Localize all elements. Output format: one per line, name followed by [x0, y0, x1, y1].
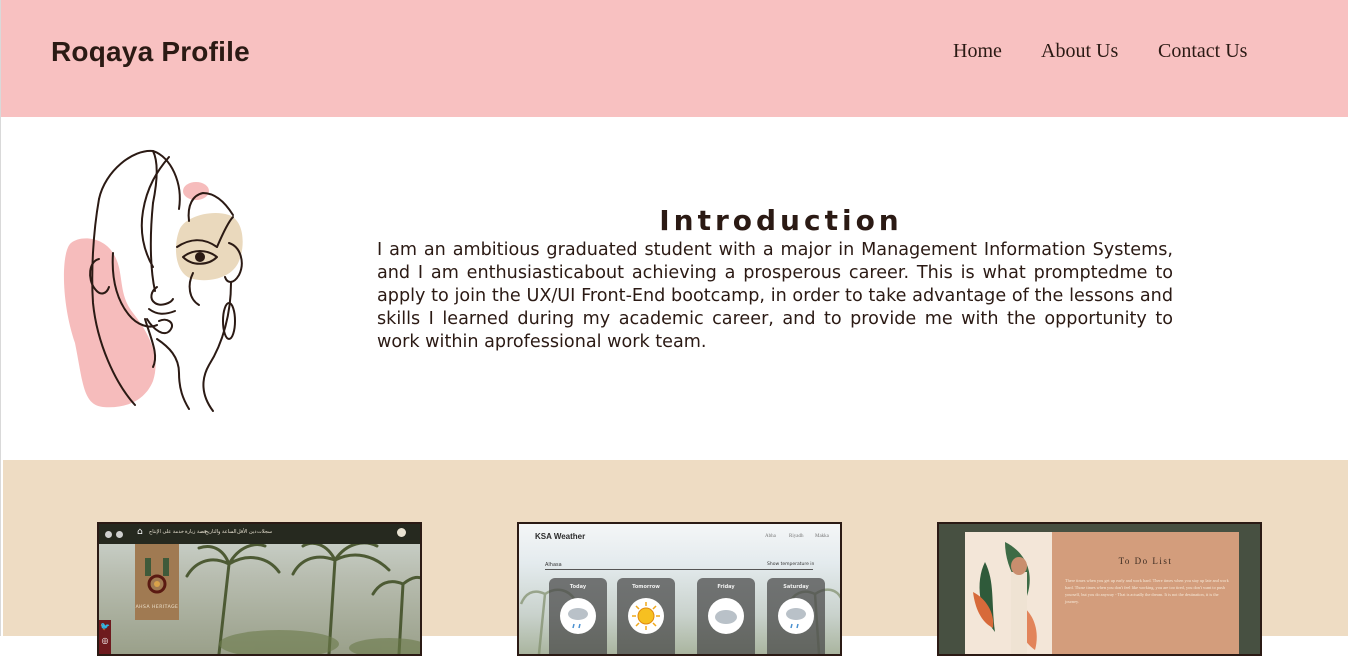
weather-icon-bg: [628, 598, 664, 634]
heritage-nav-item[interactable]: قصة زيارة: [185, 529, 206, 535]
weather-nav-item[interactable]: Abha: [765, 534, 776, 539]
day-name: Tomorrow: [632, 584, 660, 590]
sun-icon: [632, 602, 660, 630]
weather-day-card: Tomorrow: [617, 578, 675, 654]
select-underline: [545, 569, 813, 570]
user-icon[interactable]: [397, 528, 406, 537]
weather-day-card: Saturday: [767, 578, 825, 654]
cloud-icon: [715, 610, 737, 624]
site-header: Roqaya Profile Home About Us Contact Us: [1, 0, 1348, 117]
intro-paragraph: I am an ambitious graduated student with…: [377, 240, 1173, 352]
todo-quote: There times when you get up early and wo…: [1065, 578, 1229, 604]
rain-cloud-icon: [568, 608, 588, 629]
nav-home-link[interactable]: Home: [953, 40, 1002, 63]
nav-about-link[interactable]: About Us: [1041, 40, 1118, 63]
day-name: Today: [569, 584, 587, 590]
weather-icon-bg: [778, 598, 814, 634]
heritage-nav-item[interactable]: دين الأقل: [237, 529, 256, 535]
instagram-icon[interactable]: ◎: [99, 634, 111, 648]
heritage-nav-item[interactable]: الساعة والتاريخ: [205, 529, 237, 535]
nav-contact-link[interactable]: Contact Us: [1158, 40, 1247, 63]
circle-icon: [105, 531, 112, 538]
heritage-nav-item[interactable]: سجلات: [257, 529, 272, 535]
home-icon[interactable]: ⌂: [137, 527, 143, 537]
weather-nav-item[interactable]: Makka: [815, 534, 829, 539]
todo-title: To Do List: [1118, 556, 1173, 566]
ornament-icon: [145, 558, 169, 594]
weather-icon-bg: [708, 598, 744, 634]
intro-title: Introduction: [659, 203, 903, 237]
weather-day-card: Friday: [697, 578, 755, 654]
emblem-text: AHSA HERITAGE: [135, 605, 179, 610]
heritage-emblem: AHSA HERITAGE: [135, 544, 179, 620]
weather-app-title: KSA Weather: [535, 532, 586, 541]
day-name: Friday: [717, 584, 735, 590]
weather-icon-bg: [560, 598, 596, 634]
page-left-border: [0, 0, 1, 636]
weather-nav-item[interactable]: Riyadh: [789, 534, 803, 539]
twitter-icon[interactable]: 🐦: [99, 620, 111, 634]
day-name: Saturday: [783, 584, 809, 590]
city-select[interactable]: Alhasa: [545, 562, 562, 568]
projects-section: ⌂ سجلات دين الأقل الساعة والتاريخ قصة زي…: [3, 460, 1348, 656]
intro-section: Introduction I am an ambitious graduated…: [1, 117, 1348, 460]
weather-day-card: Today: [549, 578, 607, 654]
heritage-nav-item[interactable]: خدمة على الإنتاج: [149, 529, 184, 535]
unit-select[interactable]: Show temperature in: [767, 562, 814, 567]
line-art-face-illustration: [63, 149, 243, 412]
rain-cloud-icon: [786, 608, 806, 629]
heritage-top-bar: ⌂ سجلات دين الأقل الساعة والتاريخ قصة زي…: [99, 524, 420, 544]
circle-icon: [116, 531, 123, 538]
main-nav: Home About Us Contact Us: [1, 40, 1348, 70]
social-bar: 🐦 ◎: [99, 620, 111, 654]
